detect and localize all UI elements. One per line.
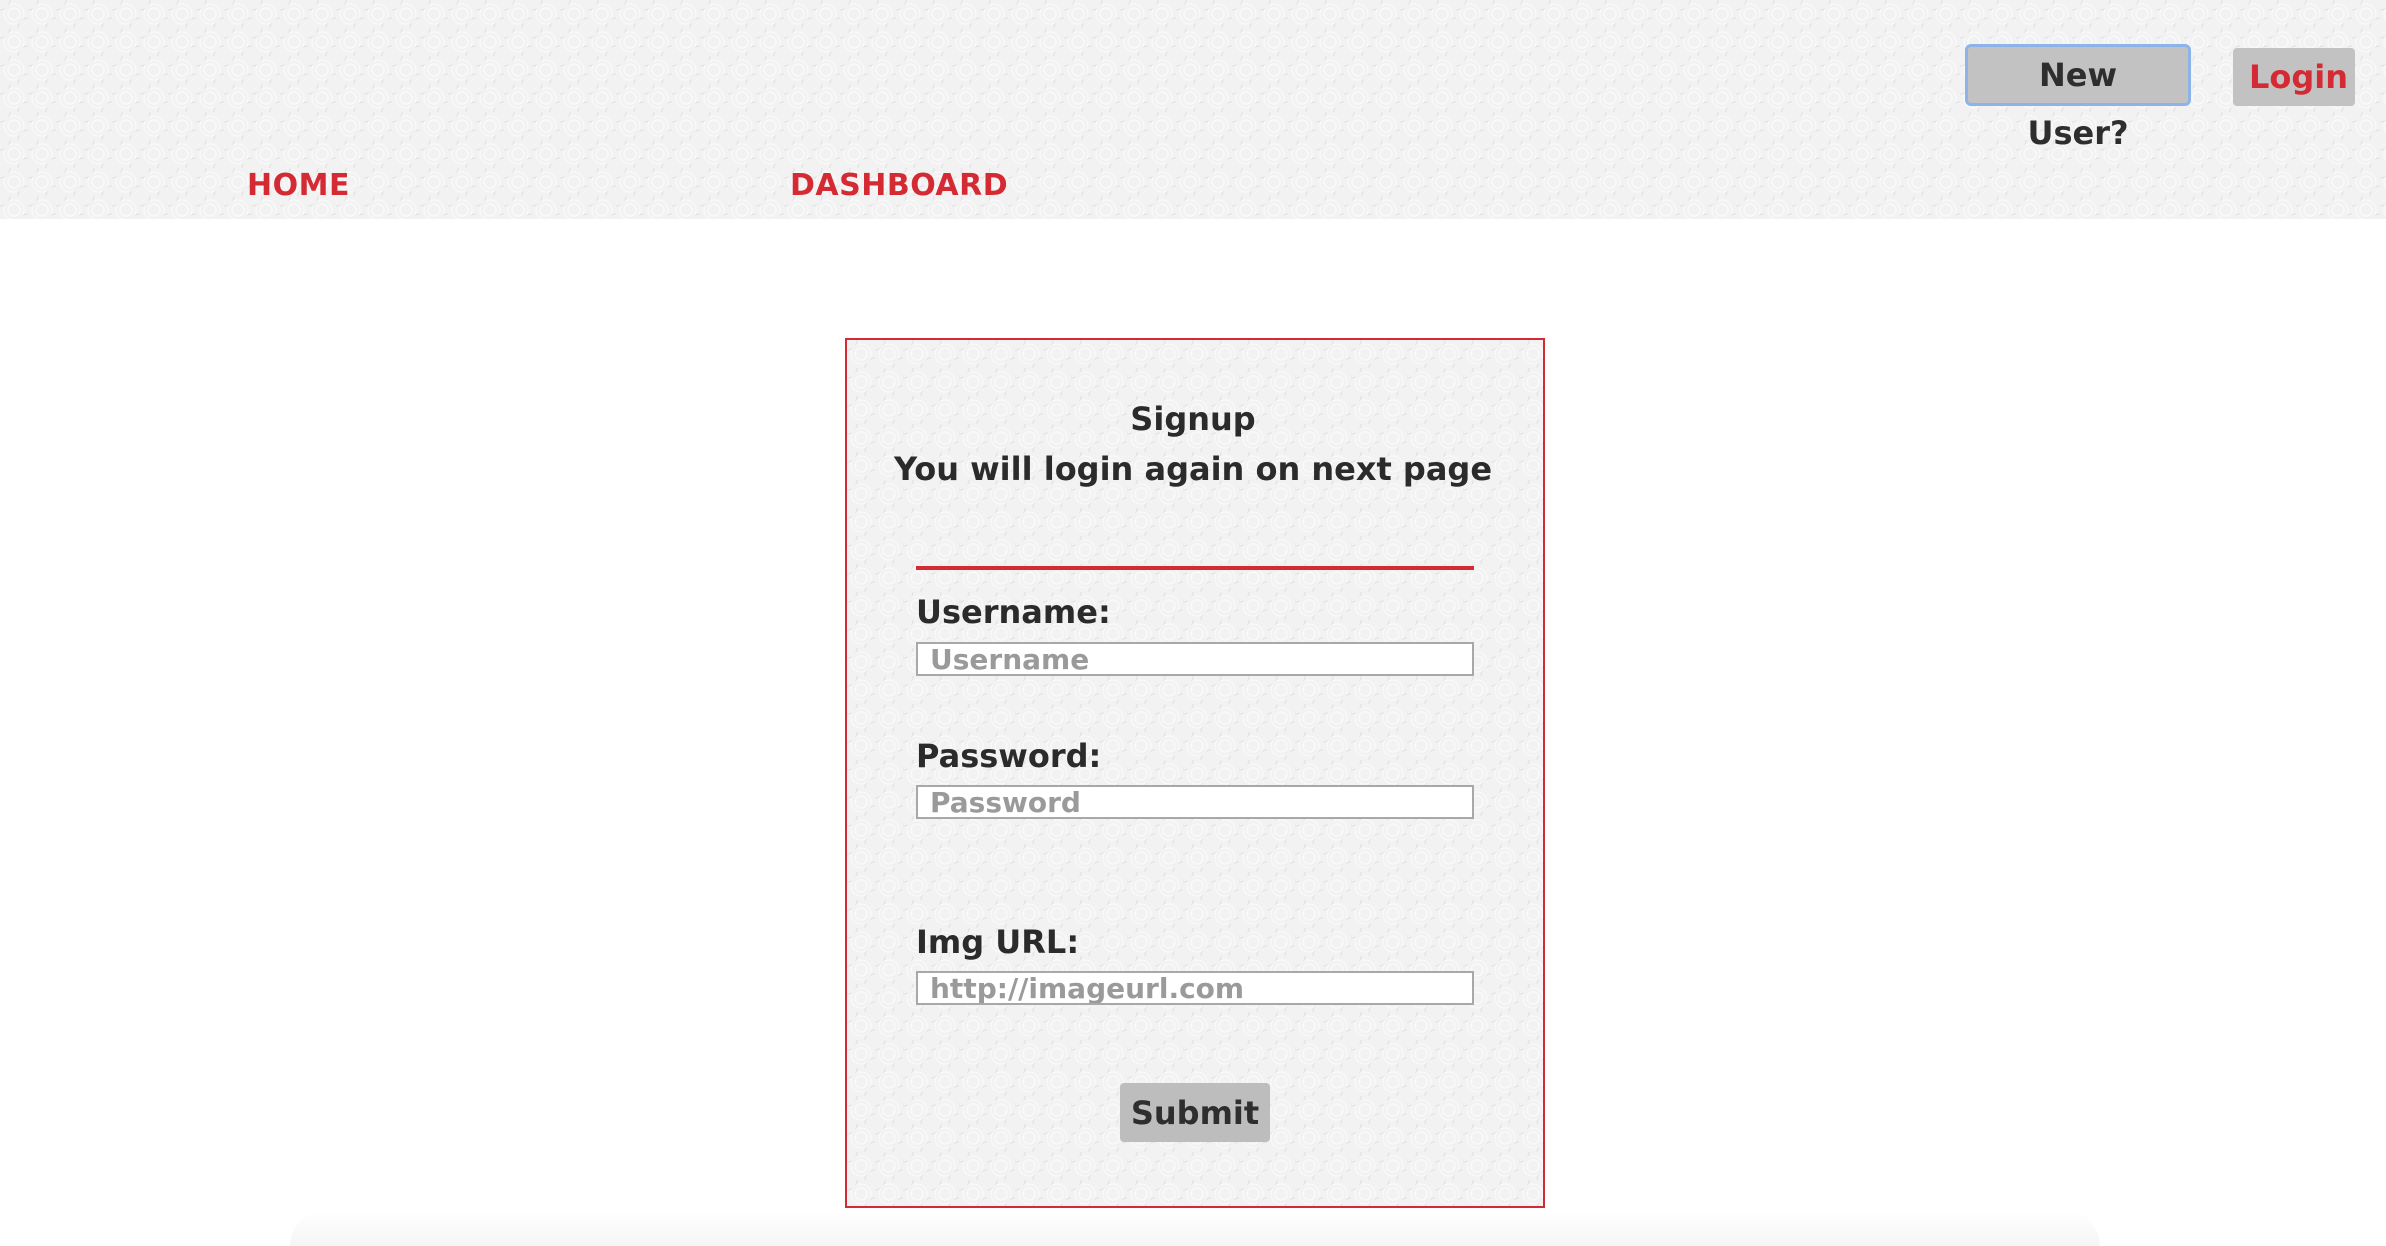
nav-dashboard-link[interactable]: DASHBOARD xyxy=(790,168,1008,203)
username-label: Username: xyxy=(916,593,1111,631)
submit-button[interactable]: Submit xyxy=(1120,1083,1270,1142)
password-label: Password: xyxy=(916,737,1102,775)
bottom-shadow xyxy=(290,1210,2100,1246)
img-url-input[interactable] xyxy=(916,971,1474,1005)
form-divider xyxy=(916,566,1474,570)
signup-subtitle: You will login again on next page xyxy=(893,450,1493,488)
img-url-label: Img URL: xyxy=(916,923,1080,961)
password-input[interactable] xyxy=(916,785,1474,819)
username-input[interactable] xyxy=(916,642,1474,676)
new-user-button[interactable]: New User? xyxy=(1965,44,2191,152)
login-button[interactable]: Login xyxy=(2233,48,2355,106)
signup-title: Signup xyxy=(1130,400,1256,438)
site-header: New User? Login HOME DASHBOARD xyxy=(0,0,2386,219)
nav-home-link[interactable]: HOME xyxy=(247,168,350,203)
